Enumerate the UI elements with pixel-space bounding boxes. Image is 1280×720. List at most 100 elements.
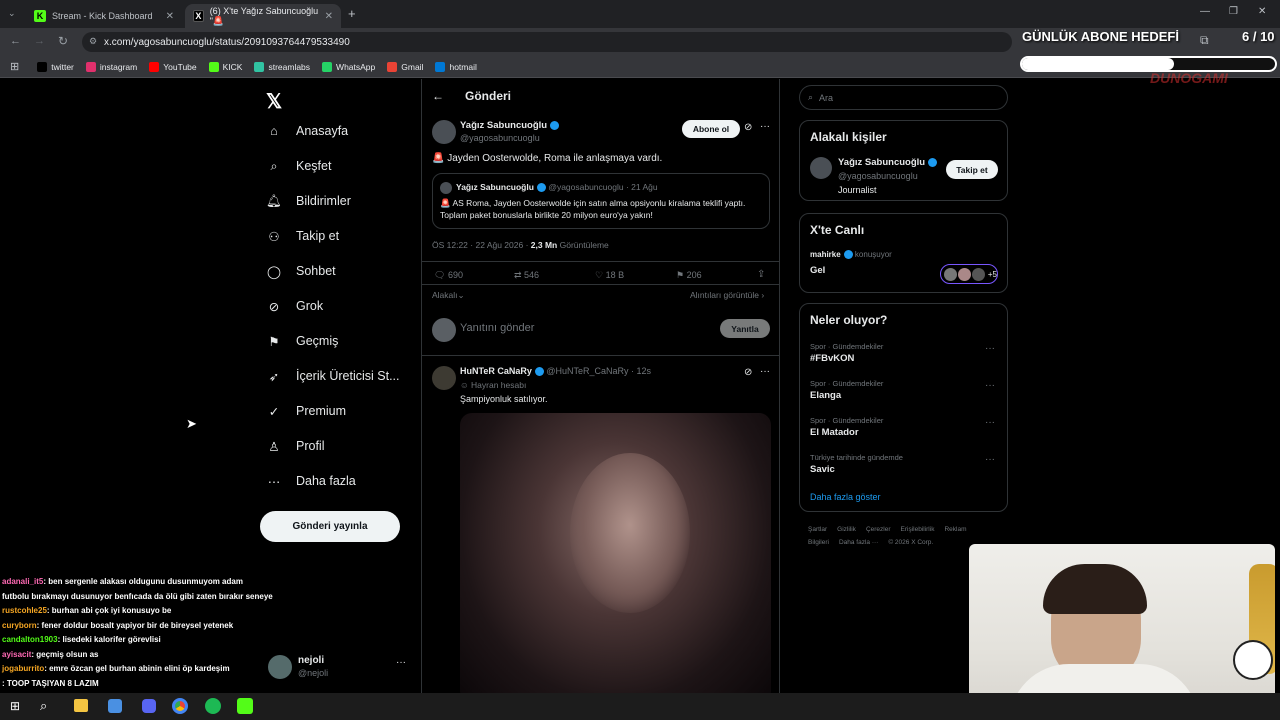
avatar[interactable] [810, 157, 832, 179]
bookmark-4[interactable]: streamlabs [254, 61, 310, 72]
card-title: X'te Canlı [810, 223, 865, 237]
card-title: Neler oluyor? [810, 313, 888, 327]
trend-name[interactable]: Elanga [810, 390, 841, 401]
more-dots-icon[interactable]: ··· [760, 366, 770, 377]
bookmark-count[interactable]: ⚑ 206 [676, 270, 702, 281]
footer-link[interactable]: Çerezler [866, 526, 891, 533]
more-dots-icon[interactable]: ··· [985, 343, 995, 354]
nav-item-3[interactable]: ⚇ Takip et [266, 228, 339, 244]
reply-button[interactable]: Yanıtla [720, 319, 770, 338]
search-input[interactable]: ⌕ Ara [799, 85, 1008, 110]
goal-progress-fill [1022, 58, 1174, 70]
spotify-icon[interactable] [205, 698, 221, 714]
footer-link[interactable]: Daha fazla ··· [839, 539, 878, 546]
bookmark-2[interactable]: YouTube [149, 61, 197, 72]
trend-name[interactable]: El Matador [810, 427, 859, 438]
nav-item-10[interactable]: ⋯ Daha fazla [266, 473, 356, 489]
tab-search-icon[interactable]: ⌄ [8, 8, 16, 19]
back-arrow-icon[interactable]: ← [432, 89, 444, 103]
like-count[interactable]: ♡ 18 B [595, 270, 624, 281]
footer-link[interactable]: © 2026 X Corp. [888, 539, 933, 546]
more-dots-icon[interactable]: ··· [985, 454, 995, 465]
mouse-cursor-icon: ➤ [186, 416, 197, 431]
reply-image[interactable] [460, 413, 771, 703]
post-column: ← Gönderi Yağız Sabuncuoğlu @yagosabuncu… [421, 79, 780, 703]
nav-item-7[interactable]: ➶ İçerik Üreticisi St... [266, 368, 400, 384]
reply-input[interactable]: Yanıtını gönder [460, 322, 534, 334]
nav-item-2[interactable]: 🔔︎ Bildirimler [266, 193, 351, 209]
discord-icon[interactable] [142, 699, 156, 713]
search-icon: ⌕ [808, 92, 814, 102]
follow-button[interactable]: Takip et [946, 160, 998, 179]
file-explorer-icon[interactable] [74, 699, 88, 712]
live-card[interactable]: X'te Canlı mahirke konuşuyor Gel +5 [799, 213, 1008, 293]
card-title: Alakalı kişiler [810, 130, 887, 144]
tab-kick-dashboard[interactable]: K Stream - Kick Dashboard ✕ [26, 4, 182, 28]
trend-name[interactable]: Savic [810, 464, 835, 475]
url-input[interactable]: ⚙ x.com/yagosabuncuoglu/status/209109376… [82, 32, 1012, 52]
bookmark-icon [85, 61, 96, 72]
more-dots-icon[interactable]: ··· [985, 380, 995, 391]
new-tab-icon[interactable]: + [348, 6, 356, 21]
account-switcher[interactable]: nejoli @nejoli ··· [266, 653, 416, 683]
repost-count[interactable]: ⇄ 546 [514, 270, 539, 281]
bookmark-1[interactable]: instagram [85, 61, 137, 72]
author-name[interactable]: Yağız Sabuncuoğlu [460, 120, 560, 131]
footer-link[interactable]: Erişilebilirlik [901, 526, 935, 533]
person-name[interactable]: Yağız Sabuncuoğlu [838, 157, 938, 168]
x-logo-icon[interactable]: 𝕏 [266, 89, 282, 114]
search-icon[interactable]: ⌕ [40, 698, 47, 714]
bookmark-6[interactable]: Gmail [387, 61, 423, 72]
footer-link[interactable]: Gizlilik [837, 526, 856, 533]
trend-name[interactable]: #FBvKON [810, 353, 854, 364]
bookmark-7[interactable]: hotmail [435, 61, 477, 72]
post-button[interactable]: Gönderi yayınla [260, 511, 400, 542]
subscribe-button[interactable]: Abone ol [682, 120, 740, 138]
more-dots-icon[interactable]: ··· [760, 121, 770, 132]
app-icon[interactable] [108, 699, 122, 713]
nav-item-5[interactable]: ⊘ Grok [266, 298, 323, 314]
grok-icon[interactable]: ⊘ [744, 367, 752, 378]
more-dots-icon[interactable]: ··· [396, 657, 406, 668]
back-icon[interactable]: ← [10, 35, 21, 47]
kick-icon[interactable] [237, 698, 253, 714]
chat-username: adanali_it5 [2, 577, 44, 586]
bookmark-3[interactable]: KICK [208, 61, 242, 72]
reply-avatar[interactable] [432, 366, 456, 390]
close-window-icon[interactable]: ✕ [1258, 6, 1266, 17]
tab-x-post[interactable]: X (6) X'te Yağız Sabuncuoğlu "🚨 ✕ [185, 4, 341, 28]
footer-link[interactable]: Şartlar [808, 526, 827, 533]
sort-relevant[interactable]: Alakalı⌄ [432, 290, 465, 301]
reload-icon[interactable]: ↻ [58, 34, 68, 48]
apps-icon[interactable]: ⊞ [10, 60, 19, 73]
show-more-link[interactable]: Daha fazla göster [810, 492, 881, 502]
site-info-icon[interactable]: ⚙ [89, 36, 97, 47]
forward-icon[interactable]: → [34, 35, 45, 47]
reply-count[interactable]: 🗨 690 [434, 270, 463, 281]
extensions-icon[interactable]: ⧉ [1200, 33, 1209, 48]
share-icon[interactable]: ⇪ [757, 269, 765, 280]
quoted-post[interactable]: Yağız Sabuncuoğlu @yagosabuncuoglu · 21 … [432, 173, 770, 229]
minimize-icon[interactable]: — [1200, 6, 1210, 17]
start-icon[interactable]: ⊞ [10, 699, 20, 713]
bookmark-icon [387, 61, 398, 72]
close-icon[interactable]: ✕ [166, 11, 174, 22]
restore-icon[interactable]: ❐ [1229, 6, 1238, 17]
home-icon: ⌂ [270, 124, 278, 138]
chrome-icon[interactable] [172, 698, 188, 714]
nav-item-8[interactable]: ✓ Premium [266, 403, 346, 419]
author-avatar[interactable] [432, 120, 456, 144]
more-dots-icon[interactable]: ··· [985, 417, 995, 428]
nav-item-4[interactable]: ◯ Sohbet [266, 263, 336, 279]
close-icon[interactable]: ✕ [325, 11, 333, 22]
bookmark-0[interactable]: twitter [37, 61, 74, 72]
nav-item-9[interactable]: ♙ Profil [266, 438, 324, 454]
view-quotes-link[interactable]: Alıntıları görüntüle › [690, 290, 764, 300]
nav-item-6[interactable]: ⚑ Geçmiş [266, 333, 338, 349]
reply-author[interactable]: HuNTeR CaNaRy @HuNTeR_CaNaRy · 12s [460, 366, 651, 377]
chat-text: : ben sergenle alakası oldugunu dusunmuy… [43, 577, 243, 586]
nav-item-1[interactable]: ⌕ Keşfet [266, 158, 331, 174]
bookmark-5[interactable]: WhatsApp [322, 61, 375, 72]
nav-item-0[interactable]: ⌂ Anasayfa [266, 123, 348, 139]
grok-icon[interactable]: ⊘ [744, 122, 752, 133]
